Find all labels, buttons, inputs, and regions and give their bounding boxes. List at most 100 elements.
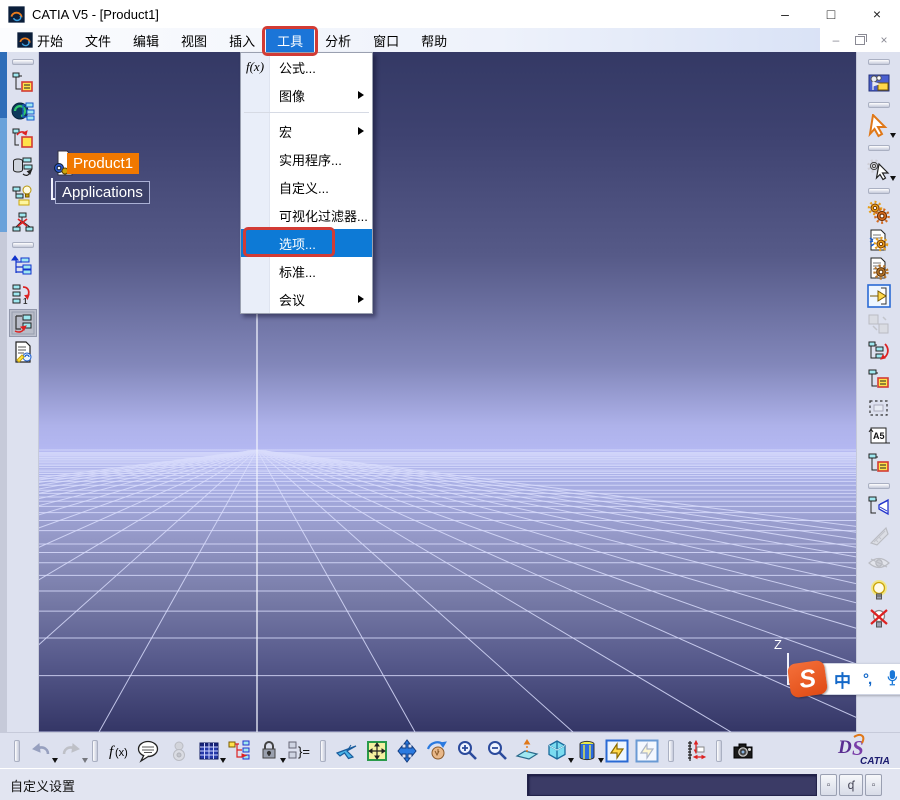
mdi-restore-button[interactable] (850, 32, 870, 48)
multi-instantiation-icon[interactable] (10, 154, 36, 180)
design-table-icon[interactable] (196, 738, 222, 764)
toolbar-handle[interactable] (868, 483, 890, 489)
quick-select-icon[interactable] (866, 156, 892, 182)
menu-item-formula[interactable]: f(x)公式... (241, 53, 372, 81)
measure-icon[interactable] (682, 738, 708, 764)
toolbar-handle[interactable] (14, 740, 20, 762)
dropdown-arrow-icon[interactable] (890, 133, 896, 138)
ime-punctuation-icon[interactable]: °, (863, 671, 871, 688)
fit-all-in-icon[interactable] (364, 738, 390, 764)
maximize-button[interactable]: □ (808, 0, 854, 28)
camera-icon[interactable] (730, 738, 756, 764)
sogou-logo[interactable]: S (787, 660, 828, 699)
workbench-icon[interactable] (866, 70, 892, 96)
close-button[interactable]: × (854, 0, 900, 28)
document-gear-brown-icon[interactable] (866, 255, 892, 281)
render-style-icon[interactable] (574, 738, 600, 764)
menu-item-utility[interactable]: 实用程序... (241, 145, 372, 173)
tree-undo-icon[interactable] (866, 339, 892, 365)
menu-file[interactable]: 文件 (74, 28, 122, 52)
menu-tools[interactable]: 工具 (266, 28, 314, 52)
pan-icon[interactable] (394, 738, 420, 764)
dropdown-arrow-icon[interactable] (890, 176, 896, 181)
status-mini-button-2[interactable]: ▫ (865, 774, 882, 796)
toolbar-handle[interactable] (716, 740, 722, 762)
menu-window[interactable]: 窗口 (362, 28, 410, 52)
dropdown-arrow-icon[interactable] (82, 758, 88, 763)
import-document-icon[interactable] (866, 283, 892, 309)
menu-item-image[interactable]: 图像 (241, 81, 372, 109)
menu-item-conferencing[interactable]: 会议 (241, 285, 372, 313)
chat-icon[interactable] (136, 738, 162, 764)
eye-disabled-icon[interactable] (866, 550, 892, 576)
toolbar-handle[interactable] (868, 145, 890, 151)
zoom-out-icon[interactable] (484, 738, 510, 764)
menu-insert[interactable]: 插入 (218, 28, 266, 52)
menu-item-options[interactable]: 选项... (241, 229, 372, 257)
new-part-icon[interactable] (10, 126, 36, 152)
toolbar-handle[interactable] (92, 740, 98, 762)
tree-node-applications[interactable]: Applications (55, 181, 150, 204)
menu-item-macro[interactable]: 宏 (241, 117, 372, 145)
lock-icon[interactable] (256, 738, 282, 764)
toolbar-handle[interactable] (320, 740, 326, 762)
existing-component-icon[interactable] (10, 182, 36, 208)
hide-show-icon[interactable] (604, 738, 630, 764)
paste-disabled-icon[interactable] (866, 311, 892, 337)
menu-item-customize[interactable]: 自定义... (241, 173, 372, 201)
microphone-icon[interactable] (883, 669, 900, 689)
ime-language-toggle[interactable]: 中 (834, 667, 851, 692)
graph-tree-reordering-icon[interactable] (10, 253, 36, 279)
status-question-button[interactable]: ʠ (839, 774, 863, 796)
menu-item-visualization-filters[interactable]: 可视化过滤器... (241, 201, 372, 229)
update-gears-icon[interactable] (866, 199, 892, 225)
manage-representations-icon[interactable] (10, 339, 36, 365)
fly-mode-icon[interactable] (334, 738, 360, 764)
tree-node-product1[interactable]: Product1 (67, 153, 139, 174)
iso-view-icon[interactable] (544, 738, 570, 764)
new-component-icon[interactable] (10, 70, 36, 96)
menu-edit[interactable]: 编辑 (122, 28, 170, 52)
light-off-icon[interactable] (866, 606, 892, 632)
mdi-minimize-button[interactable]: – (826, 32, 846, 48)
equivalent-dimensions-icon[interactable]: }= (286, 738, 312, 764)
menu-item-standards[interactable]: 标准... (241, 257, 372, 285)
status-mini-button[interactable]: ▫ (820, 774, 837, 796)
knob-disabled-icon[interactable] (166, 738, 192, 764)
menu-view[interactable]: 视图 (170, 28, 218, 52)
menu-analyze[interactable]: 分析 (314, 28, 362, 52)
menu-start[interactable]: 开始 (0, 28, 74, 52)
toolbar-handle[interactable] (868, 102, 890, 108)
select-arrow-icon[interactable] (866, 113, 892, 139)
new-product-icon[interactable] (10, 98, 36, 124)
toolbar-handle[interactable] (668, 740, 674, 762)
viewport-3d[interactable]: Product1 Applications Z (38, 52, 856, 732)
rotate-icon[interactable] (424, 738, 450, 764)
undo-icon[interactable] (28, 738, 54, 764)
toolbar-handle[interactable] (12, 242, 34, 248)
selective-load-icon[interactable] (9, 309, 37, 337)
toolbar-handle[interactable] (868, 59, 890, 65)
menu-help[interactable]: 帮助 (410, 28, 458, 52)
ruler-disabled-icon[interactable] (866, 522, 892, 548)
tree-yellow-component-icon[interactable] (866, 367, 892, 393)
light-on-icon[interactable] (866, 578, 892, 604)
instantiate-template-icon[interactable] (226, 738, 252, 764)
tree-announce-icon[interactable] (866, 494, 892, 520)
minimize-button[interactable]: – (762, 0, 808, 28)
toolbar-handle[interactable] (12, 59, 34, 65)
swap-visible-space-icon[interactable] (634, 738, 660, 764)
selection-box-icon[interactable] (866, 395, 892, 421)
zoom-in-icon[interactable] (454, 738, 480, 764)
redo-icon[interactable] (58, 738, 84, 764)
generate-numbering-icon[interactable]: 1 (10, 281, 36, 307)
formula-icon[interactable]: f(x) (106, 738, 132, 764)
normal-view-icon[interactable] (514, 738, 540, 764)
toolbar-handle[interactable] (868, 188, 890, 194)
replace-component-icon[interactable] (10, 210, 36, 236)
document-gear-blue-icon[interactable] (866, 227, 892, 253)
tree-component-2-icon[interactable] (866, 451, 892, 477)
mdi-close-button[interactable]: × (874, 32, 894, 48)
text-with-leader-icon[interactable]: A5 (866, 423, 892, 449)
power-input-field[interactable] (527, 774, 817, 796)
